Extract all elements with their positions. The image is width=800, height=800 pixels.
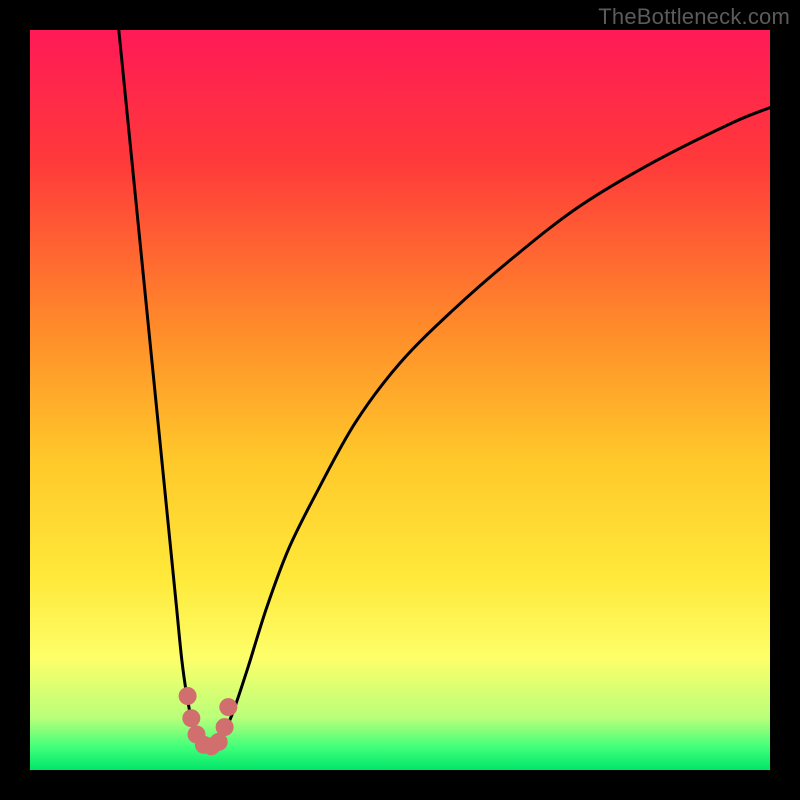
chart-svg bbox=[30, 30, 770, 770]
plot-area bbox=[30, 30, 770, 770]
marker-dot bbox=[216, 718, 234, 736]
chart-frame: TheBottleneck.com bbox=[0, 0, 800, 800]
marker-dot bbox=[219, 698, 237, 716]
gradient-background bbox=[30, 30, 770, 770]
marker-dot bbox=[182, 709, 200, 727]
watermark-text: TheBottleneck.com bbox=[598, 4, 790, 30]
marker-dot bbox=[179, 687, 197, 705]
